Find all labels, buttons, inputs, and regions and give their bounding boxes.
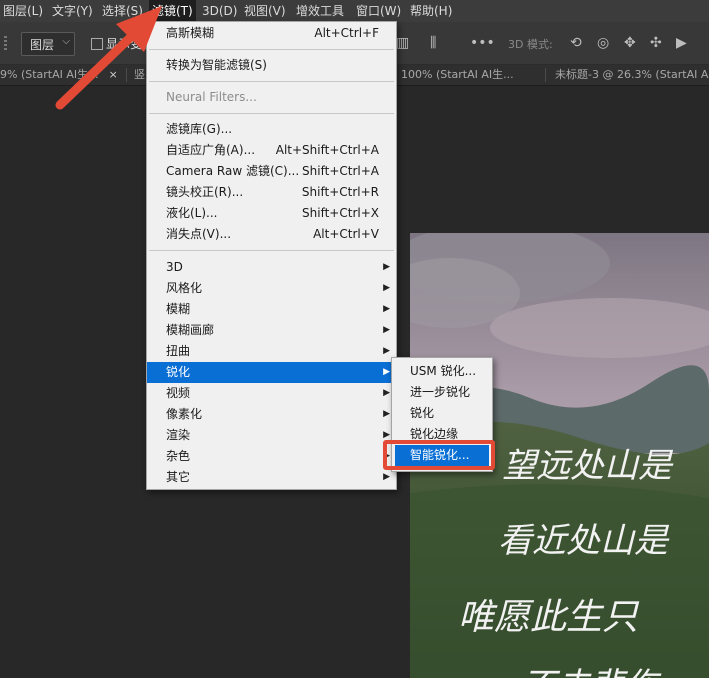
scale-3d-icon[interactable]: ▶ — [676, 34, 687, 52]
menu-item-label: 液化(L)... — [166, 206, 218, 220]
menu-item-label: 自适应广角(A)... — [166, 143, 256, 157]
menu-item-label: 3D — [166, 260, 183, 274]
roll-3d-icon[interactable]: ◎ — [597, 34, 609, 52]
menu-help[interactable]: 帮助(H) — [410, 0, 452, 22]
menu-item-liquify[interactable]: 液化(L)... Shift+Ctrl+X — [147, 203, 396, 224]
menu-item-label: 像素化 — [166, 407, 203, 421]
menu-item-lens-correction[interactable]: 镜头校正(R)... Shift+Ctrl+R — [147, 182, 396, 203]
menu-item-label: 其它 — [166, 470, 191, 484]
menu-item-label: 风格化 — [166, 281, 203, 295]
canvas-handwriting-line-1: 望远处山是 — [502, 446, 672, 486]
annotation-arrow-icon — [55, 6, 162, 110]
submenu-item-sharpen-more[interactable]: 进一步锐化 — [392, 382, 492, 403]
menu-item-blur-gallery[interactable]: 模糊画廊 ▶ — [147, 320, 396, 341]
submenu-arrow-icon: ▶ — [383, 388, 390, 398]
submenu-item-unsharp-mask[interactable]: USM 锐化... — [392, 361, 492, 382]
menu-item-distort[interactable]: 扭曲 ▶ — [147, 341, 396, 362]
menu-item-sharpen[interactable]: 锐化 ▶ — [147, 362, 396, 383]
submenu-item-sharpen[interactable]: 锐化 — [392, 403, 492, 424]
menu-item-3d[interactable]: 3D ▶ — [147, 257, 396, 278]
annotation-highlight-box — [383, 440, 495, 470]
doc-tab-4[interactable]: 未标题-3 @ 26.3% (StartAI AI生 — [555, 65, 709, 85]
submenu-arrow-icon: ▶ — [383, 472, 390, 482]
orbit-3d-icon[interactable]: ⟲ — [570, 34, 582, 52]
menu-item-shortcut: Alt+Shift+Ctrl+A — [275, 143, 379, 157]
options-grip[interactable] — [4, 36, 7, 50]
menu-window[interactable]: 窗口(W) — [356, 0, 401, 22]
submenu-arrow-icon: ▶ — [383, 409, 390, 419]
canvas-handwriting-line-2: 看近处山是 — [498, 521, 668, 561]
menu-item-label: 消失点(V)... — [166, 227, 232, 241]
menu-item-video[interactable]: 视频 ▶ — [147, 383, 396, 404]
menu-item-shortcut: Shift+Ctrl+A — [302, 164, 379, 178]
doc-tab-3[interactable]: 100% (StartAI AI生... — [401, 65, 541, 85]
menu-item-shortcut: Alt+Ctrl+V — [313, 227, 379, 241]
menu-plugins[interactable]: 增效工具 — [296, 0, 344, 22]
submenu-arrow-icon: ▶ — [383, 346, 390, 356]
menu-item-label: 视频 — [166, 386, 191, 400]
canvas-handwriting-line-4: 不去悲伤 — [522, 658, 658, 678]
menu-item-filter-gallery[interactable]: 滤镜库(G)... — [147, 119, 396, 140]
tab-divider — [545, 68, 546, 82]
menu-item-stylize[interactable]: 风格化 ▶ — [147, 278, 396, 299]
menu-item-label: 扭曲 — [166, 344, 191, 358]
submenu-arrow-icon: ▶ — [383, 325, 390, 335]
menu-item-pixelate[interactable]: 像素化 ▶ — [147, 404, 396, 425]
menu-view[interactable]: 视图(V) — [244, 0, 286, 22]
submenu-item-label: 进一步锐化 — [410, 385, 471, 399]
menu-3d[interactable]: 3D(D) — [202, 0, 237, 22]
submenu-arrow-icon: ▶ — [383, 304, 390, 314]
align-bottom-icon[interactable]: ▥ — [396, 34, 409, 52]
submenu-arrow-icon: ▶ — [383, 367, 390, 377]
menu-item-other[interactable]: 其它 ▶ — [147, 467, 396, 488]
menu-divider — [149, 250, 394, 251]
submenu-item-label: USM 锐化... — [410, 364, 477, 378]
menu-item-label: 渲染 — [166, 428, 191, 442]
menu-item-render[interactable]: 渲染 ▶ — [147, 425, 396, 446]
menu-item-label: Camera Raw 滤镜(C)... — [166, 164, 300, 178]
mode-3d-label: 3D 模式: — [508, 38, 553, 51]
menu-item-label: 模糊 — [166, 302, 191, 316]
menu-item-label: 杂色 — [166, 449, 191, 463]
canvas-handwriting-line-3: 唯愿此生只 — [458, 597, 639, 638]
menu-item-label: 镜头校正(R)... — [166, 185, 244, 199]
menu-item-vanishing-point[interactable]: 消失点(V)... Alt+Ctrl+V — [147, 224, 396, 245]
more-options-icon[interactable]: ••• — [470, 34, 495, 52]
menu-item-camera-raw[interactable]: Camera Raw 滤镜(C)... Shift+Ctrl+A — [147, 161, 396, 182]
submenu-item-label: 锐化 — [410, 406, 435, 420]
submenu-arrow-icon: ▶ — [383, 262, 390, 272]
menu-item-noise[interactable]: 杂色 ▶ — [147, 446, 396, 467]
distribute-icon[interactable]: ⫼ — [430, 34, 436, 52]
menu-item-shortcut: Shift+Ctrl+R — [301, 185, 379, 199]
menu-item-blur[interactable]: 模糊 ▶ — [147, 299, 396, 320]
submenu-arrow-icon: ▶ — [383, 283, 390, 293]
menu-item-adaptive-wide-angle[interactable]: 自适应广角(A)... Alt+Shift+Ctrl+A — [147, 140, 396, 161]
menu-item-label: 锐化 — [166, 365, 191, 379]
menu-item-label: 模糊画廊 — [166, 323, 215, 337]
pan-3d-icon[interactable]: ✥ — [624, 34, 636, 52]
menu-item-shortcut: Shift+Ctrl+X — [302, 206, 379, 220]
doc-tab-label: 100% (StartAI AI生... — [401, 68, 514, 81]
menu-item-label: 滤镜库(G)... — [166, 122, 233, 136]
menu-layer[interactable]: 图层(L) — [3, 0, 43, 22]
doc-tab-label: 未标题-3 @ 26.3% (StartAI AI生 — [555, 68, 709, 81]
menu-item-shortcut: Alt+Ctrl+F — [314, 26, 379, 40]
slide-3d-icon[interactable]: ✣ — [650, 34, 662, 52]
